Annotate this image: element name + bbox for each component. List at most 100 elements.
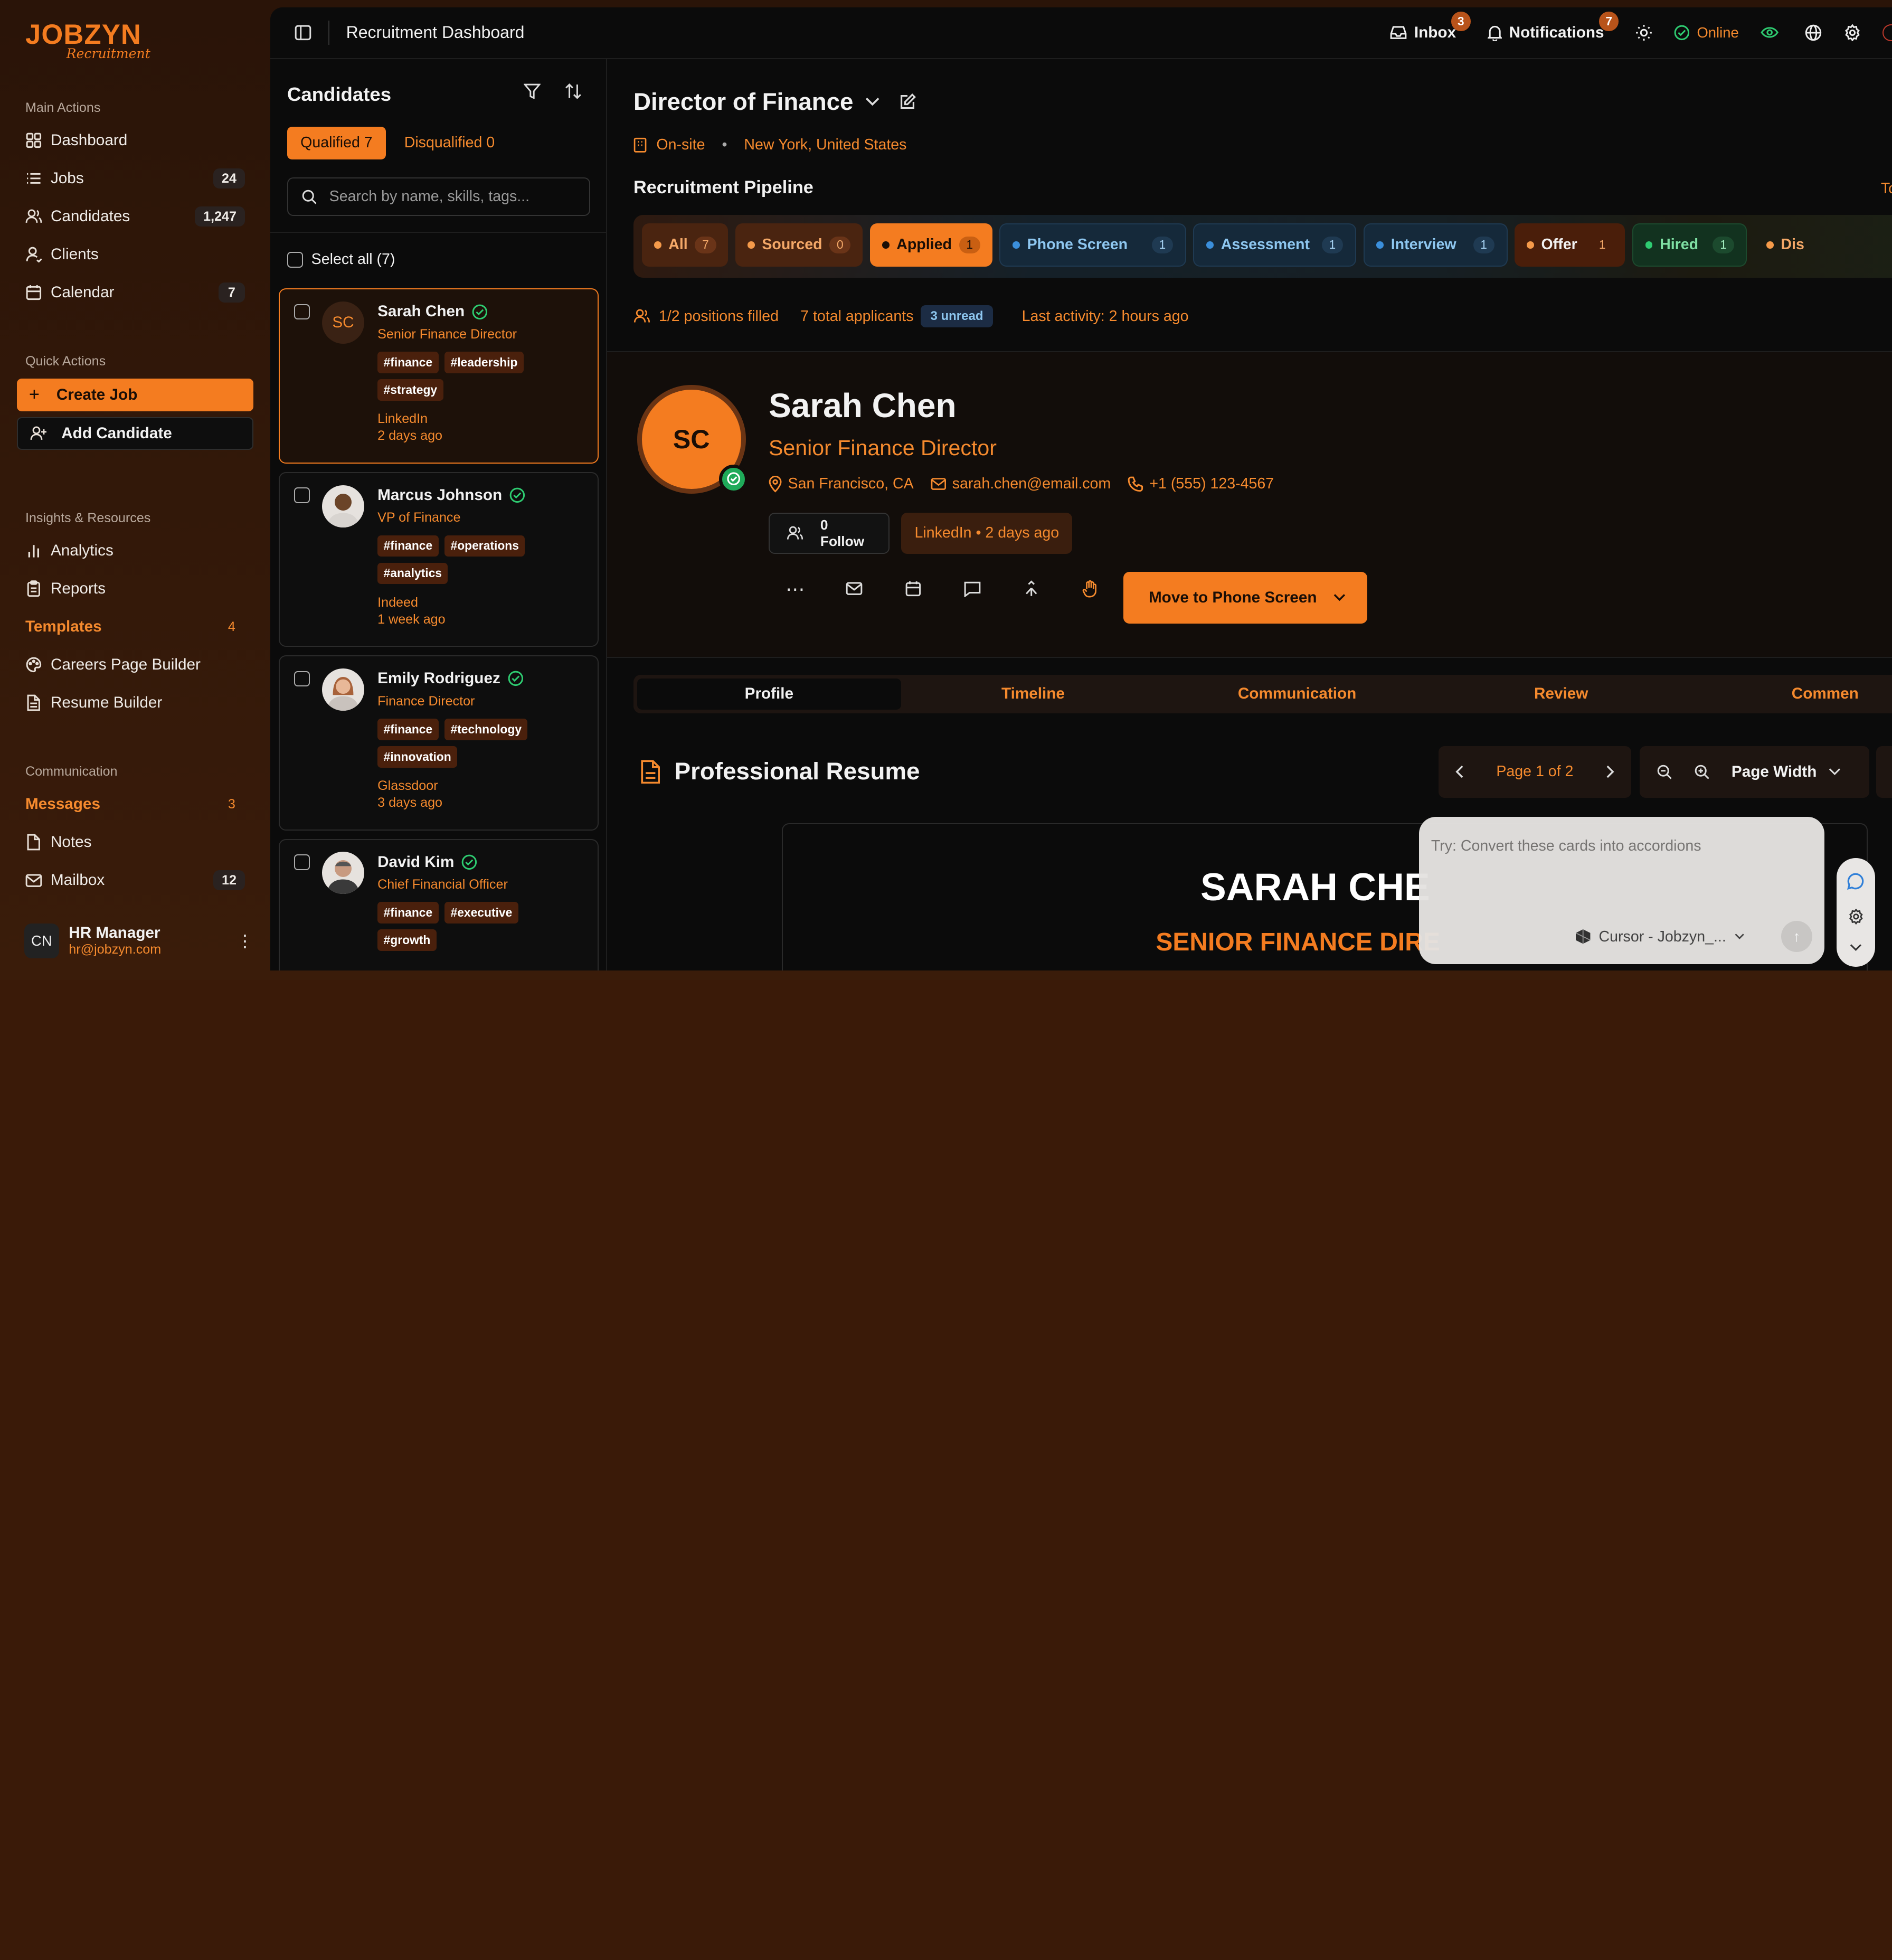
users-icon	[787, 526, 803, 540]
mail-icon[interactable]	[842, 577, 866, 601]
disqualified-tab[interactable]: Disqualified 0	[404, 127, 495, 159]
notifications-button[interactable]: Notifications 7	[1487, 12, 1619, 42]
logo[interactable]: JOBZYN Recruitment	[25, 19, 253, 61]
sidebar-item-mailbox[interactable]: Mailbox 12	[17, 861, 253, 899]
stage-offer[interactable]: Offer 1	[1515, 223, 1625, 267]
sidebar-item-resume-builder[interactable]: Resume Builder	[17, 684, 253, 722]
stage-hired[interactable]: Hired 1	[1632, 223, 1747, 267]
hand-icon[interactable]	[1079, 577, 1103, 601]
online-status[interactable]: Online	[1674, 24, 1739, 41]
candidate-checkbox[interactable]	[294, 487, 310, 503]
inbox-button[interactable]: Inbox 3	[1390, 12, 1471, 42]
eye-icon[interactable]	[1761, 26, 1779, 39]
user-profile[interactable]: CN HR Manager hr@jobzyn.com ⋮	[24, 923, 253, 958]
more-vertical-icon[interactable]: ⋮	[236, 931, 253, 951]
sidebar-item-jobs[interactable]: Jobs 24	[17, 159, 253, 197]
message-icon[interactable]	[960, 577, 985, 601]
stage-applied[interactable]: Applied 1	[869, 223, 992, 267]
tab-timeline[interactable]: Timeline	[901, 679, 1165, 710]
sidebar-item-analytics[interactable]: Analytics	[17, 532, 253, 570]
resume-header: Professional Resume	[641, 758, 920, 785]
select-all[interactable]: Select all (7)	[287, 251, 395, 268]
calendar-icon[interactable]	[901, 577, 925, 601]
filter-icon[interactable]	[524, 83, 541, 99]
phone-item[interactable]: +1 (555) 123-4567	[1128, 475, 1274, 493]
select-all-checkbox[interactable]	[287, 252, 303, 268]
candidate-checkbox[interactable]	[294, 304, 310, 320]
sidebar-item-careers-page-builder[interactable]: Careers Page Builder	[17, 646, 253, 684]
email-item[interactable]: sarah.chen@email.com	[931, 475, 1111, 493]
resume-toolbar-extra[interactable]	[1876, 746, 1892, 798]
model-selector[interactable]: Cursor - Jobzyn_...	[1576, 928, 1744, 946]
follow-button[interactable]: 0 Follow	[768, 513, 890, 554]
chevron-right-icon[interactable]	[1606, 765, 1614, 778]
stage-count: 1	[1321, 237, 1343, 253]
sidebar-item-messages[interactable]: Messages 3	[17, 785, 253, 823]
candidate-avatar: SC	[321, 301, 364, 344]
gear-icon[interactable]	[1844, 24, 1861, 41]
sun-icon[interactable]	[1635, 24, 1652, 41]
chevron-down-icon[interactable]	[865, 97, 879, 107]
more-horizontal-icon[interactable]: ⋯	[783, 577, 807, 601]
stage-count: 1	[1473, 237, 1494, 253]
logo-brand: JOBZYN	[25, 19, 142, 51]
stage-all[interactable]: All 7	[641, 223, 729, 267]
stage-label: Sourced	[762, 236, 822, 253]
sidebar-item-clients[interactable]: Clients	[17, 235, 253, 274]
add-candidate-button[interactable]: Add Candidate	[16, 417, 253, 450]
chevron-down-icon[interactable]	[1850, 944, 1862, 952]
stage-count: 1	[1598, 238, 1606, 252]
search-input[interactable]	[329, 188, 571, 206]
candidate-card[interactable]: David Kim Chief Financial Officer #finan…	[278, 838, 599, 980]
stage-phone-screen[interactable]: Phone Screen 1	[999, 223, 1186, 267]
stage-interview[interactable]: Interview 1	[1363, 223, 1508, 267]
zoom-out-icon[interactable]	[1657, 764, 1672, 780]
candidate-card[interactable]: SC Sarah Chen Senior Finance Director #f…	[278, 288, 599, 464]
status-dot	[1206, 241, 1214, 249]
sort-icon[interactable]	[565, 83, 582, 99]
logo-sub: Recruitment	[66, 45, 150, 61]
logout-icon[interactable]	[1882, 24, 1892, 41]
sidebar-item-candidates[interactable]: Candidates 1,247	[17, 197, 253, 235]
sidebar-toggle-icon[interactable]	[295, 25, 311, 41]
create-job-button[interactable]: + Create Job	[16, 378, 253, 411]
zoom-select[interactable]: Page Width	[1732, 763, 1841, 781]
assistant-prompt[interactable]: Try: Convert these cards into accordions…	[1418, 817, 1824, 965]
move-stage-button[interactable]: Move to Phone Screen	[1123, 572, 1367, 624]
sidebar-item-calendar[interactable]: Calendar 7	[17, 274, 253, 312]
qualified-tab[interactable]: Qualified 7	[287, 126, 386, 159]
stage-assessment[interactable]: Assessment 1	[1193, 223, 1356, 267]
sidebar-item-dashboard[interactable]: Dashboard	[17, 121, 253, 159]
tab-communication[interactable]: Communication	[1165, 679, 1429, 710]
sidebar-item-templates[interactable]: Templates 4	[17, 608, 253, 646]
sidebar-item-label: Resume Builder	[50, 694, 163, 712]
positions-filled: 1/2 positions filled	[658, 307, 779, 325]
candidate-search[interactable]	[287, 177, 590, 216]
sidebar-item-label: Careers Page Builder	[50, 656, 201, 674]
candidate-checkbox[interactable]	[294, 671, 310, 687]
sidebar-item-reports[interactable]: Reports	[17, 570, 253, 608]
tab-profile[interactable]: Profile	[637, 678, 901, 710]
send-button[interactable]: ↑	[1781, 920, 1813, 953]
sidebar-item-notes[interactable]: Notes	[17, 823, 253, 861]
pipeline-more[interactable]: To	[1881, 180, 1892, 197]
stage-sourced[interactable]: Sourced 0	[735, 223, 863, 267]
candidate-checkbox[interactable]	[294, 854, 310, 870]
candidate-card[interactable]: Emily Rodriguez Finance Director #financ…	[278, 655, 599, 831]
split-icon[interactable]	[1019, 577, 1044, 601]
edit-icon[interactable]	[899, 93, 916, 110]
tab-comments[interactable]: Commen	[1693, 679, 1892, 710]
unread-badge[interactable]: 3 unread	[921, 305, 993, 327]
stage-disqualified[interactable]: Dis	[1754, 223, 1817, 267]
candidate-card[interactable]: Marcus Johnson VP of Finance #finance #o…	[278, 472, 599, 647]
count-badge: 7	[218, 282, 245, 303]
zoom-in-icon[interactable]	[1694, 764, 1710, 780]
resume-name: SARAH CHE	[1200, 865, 1430, 909]
chevron-left-icon[interactable]	[1455, 765, 1464, 778]
move-stage-label: Move to Phone Screen	[1148, 589, 1317, 607]
tab-review[interactable]: Review	[1429, 679, 1693, 710]
gear-icon[interactable]	[1848, 909, 1864, 925]
globe-icon[interactable]	[1805, 24, 1822, 41]
chat-icon[interactable]	[1847, 873, 1864, 890]
tag: #finance	[377, 718, 439, 740]
